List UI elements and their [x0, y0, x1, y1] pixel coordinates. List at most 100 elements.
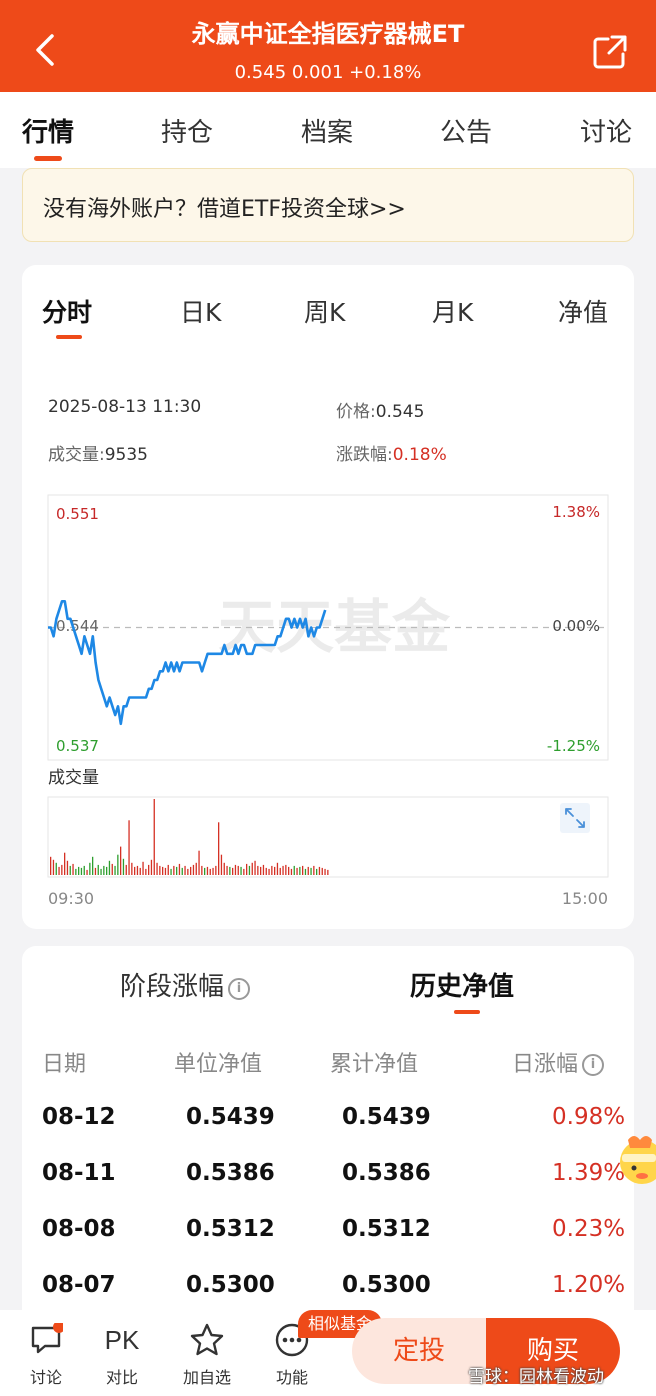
share-icon[interactable]: [592, 34, 628, 70]
volume-bar: [226, 865, 228, 875]
volume-bar: [324, 868, 326, 875]
volume-bar: [190, 866, 192, 875]
cell-unit-nav: 0.5439: [186, 1104, 275, 1130]
cell-date: 08-07: [42, 1272, 116, 1298]
pct-high-label: 1.38%: [552, 503, 600, 521]
volume-bar: [251, 862, 253, 875]
info-icon[interactable]: i: [228, 978, 251, 1000]
volume-bar: [187, 868, 189, 875]
volume-bar: [164, 867, 167, 875]
table-row[interactable]: 08-12 0.5439 0.5439 0.98%: [22, 1104, 634, 1160]
volume-bar: [299, 866, 301, 875]
volume-bar: [69, 865, 71, 875]
chart-card: 分时 日K 周K 月K 净值 2025-08-13 11:30 价格:0.545…: [22, 265, 634, 929]
volume-bar: [106, 866, 108, 875]
tab-discussion[interactable]: 讨论: [580, 112, 632, 149]
tab-profile[interactable]: 档案: [301, 112, 353, 149]
volume-bar: [254, 860, 256, 875]
volume-bar: [176, 866, 178, 875]
add-watchlist-button[interactable]: 加自选: [175, 1320, 239, 1388]
tab-history-nav[interactable]: 历史净值: [410, 966, 514, 1003]
volume-bar: [218, 822, 220, 875]
volume-bar: [313, 865, 315, 875]
volume-bar: [100, 868, 102, 875]
volume-bar: [285, 864, 287, 875]
history-tab-indicator: [454, 1010, 480, 1014]
col-header-daily-change-label: 日涨幅: [512, 1052, 579, 1077]
volume-bar: [178, 863, 181, 875]
volume-bar: [111, 863, 113, 875]
top-header: 永赢中证全指医疗器械ET 0.545 0.001 +0.18%: [0, 0, 656, 92]
volume-bar: [232, 867, 234, 875]
volume-bar: [122, 858, 125, 875]
volume-bar: [290, 868, 293, 875]
volume-bar: [125, 864, 127, 875]
volume-bar: [78, 866, 80, 875]
volume-bar: [243, 868, 245, 875]
volume-bar: [162, 866, 164, 875]
volume-bar: [201, 865, 203, 875]
volume-bar: [103, 865, 105, 875]
cell-unit-nav: 0.5300: [186, 1272, 275, 1298]
volume-bar: [260, 866, 262, 875]
volume-bar: [148, 864, 150, 875]
volume-bar: [117, 854, 119, 875]
volume-bar: [153, 799, 155, 875]
volume-bar: [94, 867, 97, 875]
volume-bar: [120, 846, 122, 875]
tab-announcements[interactable]: 公告: [440, 112, 492, 149]
volume-bar: [83, 865, 85, 875]
volume-bar: [134, 866, 136, 875]
volume-bar: [167, 864, 169, 875]
volume-bar: [307, 866, 309, 875]
volume-bar: [282, 865, 284, 875]
features-label: 功能: [275, 1368, 308, 1387]
tab-holdings[interactable]: 持仓: [161, 112, 213, 149]
discuss-label: 讨论: [29, 1368, 62, 1387]
volume-bar: [276, 862, 279, 875]
discuss-button[interactable]: 讨论: [14, 1320, 78, 1388]
table-row[interactable]: 08-11 0.5386 0.5386 1.39%: [22, 1160, 634, 1216]
promo-banner[interactable]: 没有海外账户？借道ETF投资全球>>: [22, 168, 634, 242]
col-header-daily-change: 日涨幅 i: [512, 1046, 605, 1078]
volume-bar: [198, 850, 200, 875]
mascot-icon[interactable]: [612, 1128, 656, 1194]
tab-active-indicator: [34, 156, 62, 161]
volume-bar: [55, 862, 57, 875]
volume-bar: [215, 865, 217, 875]
compare-button[interactable]: PK 对比: [90, 1320, 154, 1388]
cell-daily-change: 1.20%: [552, 1272, 626, 1298]
info-icon[interactable]: i: [582, 1054, 605, 1076]
volume-bar: [279, 867, 281, 875]
volume-bar: [316, 868, 318, 875]
volume-bar: [75, 868, 77, 875]
volume-bar: [262, 864, 265, 875]
volume-bar: [288, 866, 290, 875]
volume-bar: [66, 860, 69, 875]
fullscreen-icon[interactable]: [560, 803, 590, 833]
col-header-unit-nav: 单位净值: [174, 1052, 263, 1077]
tab-period-returns[interactable]: 阶段涨幅 i: [120, 966, 251, 1003]
cell-daily-change: 0.98%: [552, 1104, 626, 1130]
volume-bar: [195, 862, 197, 875]
back-arrow-icon[interactable]: [30, 30, 62, 70]
auto-invest-button[interactable]: 定投: [352, 1318, 486, 1384]
tab-quotes[interactable]: 行情: [22, 112, 74, 149]
volume-series: [50, 799, 329, 875]
cell-cum-nav: 0.5300: [342, 1272, 431, 1298]
chat-icon: [31, 1323, 63, 1354]
volume-bar: [223, 862, 225, 875]
pk-icon: PK: [104, 1324, 140, 1355]
volume-bar: [142, 861, 144, 875]
table-row[interactable]: 08-08 0.5312 0.5312 0.23%: [22, 1216, 634, 1272]
volume-bar: [114, 865, 116, 875]
source-watermark: 雪球：园林看波动: [468, 1367, 604, 1387]
y-mid-label: 0.544: [56, 617, 99, 635]
volume-bar: [321, 867, 323, 875]
time-start-label: 09:30: [48, 889, 94, 908]
intraday-chart[interactable]: 天天基金 0.551 0.544 0.537 1.38% 0.00% -1.25…: [22, 265, 634, 929]
volume-bar: [229, 866, 231, 875]
add-watchlist-label: 加自选: [182, 1368, 231, 1387]
cell-cum-nav: 0.5312: [342, 1216, 431, 1242]
volume-bar: [108, 860, 111, 875]
